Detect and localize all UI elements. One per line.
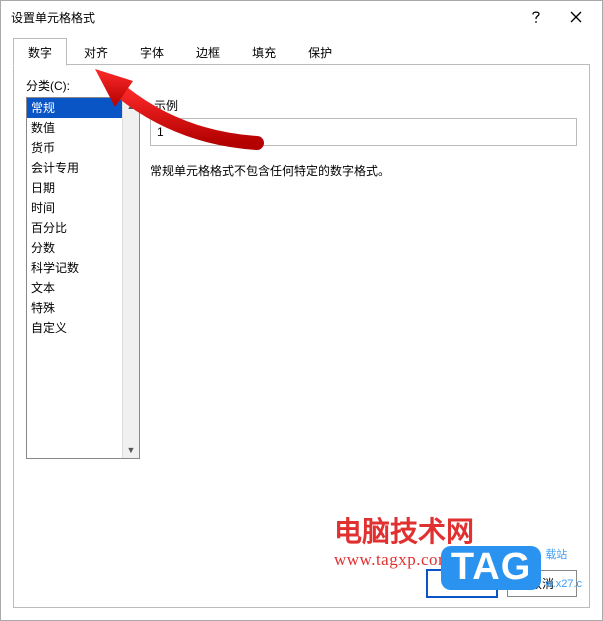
tab-alignment[interactable]: 对齐	[69, 38, 123, 65]
help-icon	[530, 10, 542, 24]
category-label: 分类(C):	[26, 77, 577, 94]
category-description: 常规单元格格式不包含任何特定的数字格式。	[150, 162, 577, 179]
category-detail: 示例 1 常规单元格格式不包含任何特定的数字格式。	[150, 97, 577, 179]
tab-protection[interactable]: 保护	[293, 38, 347, 65]
help-button[interactable]	[516, 3, 556, 31]
tab-number[interactable]: 数字	[13, 38, 67, 66]
scroll-up-arrow-icon[interactable]: ▲	[123, 98, 139, 114]
titlebar: 设置单元格格式	[1, 1, 602, 33]
close-button[interactable]	[556, 3, 596, 31]
category-listbox[interactable]: 常规 数值 货币 会计专用 日期 时间 百分比 分数 科学记数 文本 特殊 自定…	[26, 97, 140, 459]
sample-value-box: 1	[150, 118, 577, 146]
sample-value: 1	[157, 125, 164, 139]
tab-panel-number: 分类(C): 常规 数值 货币 会计专用 日期 时间 百分比 分数 科学记数 文…	[13, 65, 590, 608]
listbox-scrollbar[interactable]: ▲ ▼	[122, 98, 139, 458]
window-title: 设置单元格格式	[11, 9, 516, 26]
scroll-down-arrow-icon[interactable]: ▼	[123, 442, 139, 458]
tab-fill[interactable]: 填充	[237, 38, 291, 65]
sample-label: 示例	[154, 97, 577, 114]
scroll-thumb[interactable]	[125, 114, 137, 442]
cancel-button[interactable]: 取消	[507, 570, 577, 597]
tab-font[interactable]: 字体	[125, 38, 179, 65]
close-icon	[570, 11, 582, 23]
dialog-buttons: 确定 取消	[427, 570, 577, 597]
dialog-content: 数字 对齐 字体 边框 填充 保护 分类(C): 常规 数值 货币 会计专用 日…	[13, 39, 590, 608]
format-cells-dialog: 设置单元格格式 数字 对齐 字体 边框 填充 保护 分类(C):	[0, 0, 603, 621]
tab-border[interactable]: 边框	[181, 38, 235, 65]
tabstrip: 数字 对齐 字体 边框 填充 保护	[13, 39, 590, 65]
ok-button[interactable]: 确定	[427, 570, 497, 597]
